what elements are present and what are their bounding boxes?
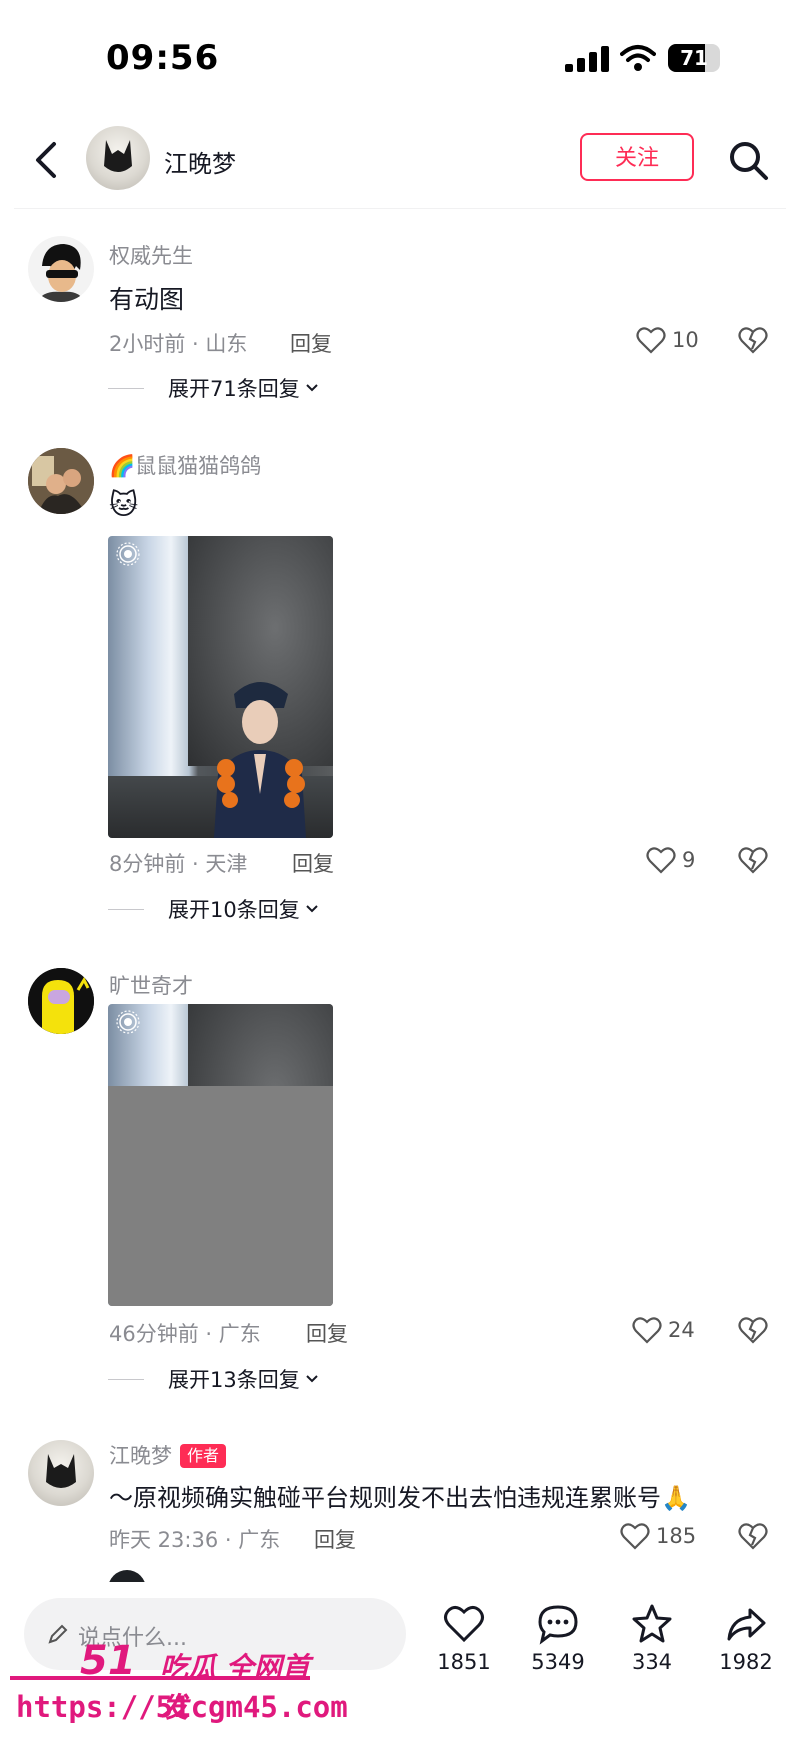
heart-icon xyxy=(620,1523,650,1550)
like-button[interactable]: 9 xyxy=(646,844,695,876)
favorite-button[interactable]: 334 xyxy=(602,1602,702,1674)
comment-image[interactable] xyxy=(108,1004,333,1306)
expand-replies[interactable]: 展开13条回复 xyxy=(108,1364,320,1394)
share-arrow-icon xyxy=(727,1608,766,1641)
reply-button[interactable]: 回复 xyxy=(290,328,332,358)
live-photo-icon xyxy=(116,542,140,566)
chevron-down-icon xyxy=(306,384,318,392)
author-name[interactable]: 江晚梦 xyxy=(164,144,236,179)
heart-icon xyxy=(636,327,666,354)
comment-text: 有动图 xyxy=(109,285,185,314)
like-button[interactable]: 24 xyxy=(632,1314,695,1346)
follow-button[interactable]: 关注 xyxy=(580,133,694,181)
site-watermark: 51 吃瓜 全网首发 https://51cgm45.com xyxy=(10,1638,348,1738)
commenter-name[interactable]: 🌈鼠鼠猫猫鸽鸽 xyxy=(109,450,261,480)
commenter-avatar[interactable] xyxy=(28,1440,94,1506)
status-time: 09:56 xyxy=(106,38,220,78)
heart-icon xyxy=(646,847,676,874)
video-like-count: 1851 xyxy=(437,1650,491,1674)
comment-bubble-icon xyxy=(538,1605,578,1645)
author-badge: 作者 xyxy=(180,1444,227,1468)
comments-button[interactable]: 5349 xyxy=(508,1602,608,1674)
like-button[interactable]: 10 xyxy=(636,324,699,356)
search-icon[interactable] xyxy=(726,138,770,182)
comment-header: 江晚梦 关注 xyxy=(0,120,800,210)
commenter-name-row: 江晚梦 作者 xyxy=(109,1440,227,1470)
like-count: 9 xyxy=(682,848,696,872)
expand-replies-label: 展开10条回复 xyxy=(168,898,300,922)
like-button[interactable]: 185 xyxy=(620,1520,696,1552)
status-bar: 09:56 71 xyxy=(0,0,800,110)
share-button[interactable]: 1982 xyxy=(696,1602,796,1674)
commenter-avatar[interactable] xyxy=(28,236,94,302)
chevron-down-icon xyxy=(306,1375,318,1383)
comment-count: 5349 xyxy=(531,1650,585,1674)
dislike-icon[interactable] xyxy=(738,325,768,355)
favorite-count: 334 xyxy=(631,1650,673,1674)
expand-replies[interactable]: 展开10条回复 xyxy=(108,894,320,924)
chevron-down-icon xyxy=(306,905,318,913)
expand-line xyxy=(108,1378,144,1380)
share-count: 1982 xyxy=(719,1650,773,1674)
reply-button[interactable]: 回复 xyxy=(306,1318,348,1348)
wifi-icon xyxy=(620,45,656,71)
expand-replies[interactable]: 展开71条回复 xyxy=(108,373,320,403)
expand-line xyxy=(108,387,144,389)
live-photo-icon xyxy=(116,1010,140,1034)
reply-button[interactable]: 回复 xyxy=(292,848,334,878)
comment-sticker: 🐱 xyxy=(109,488,139,521)
watermark-url: https://51cgm45.com xyxy=(16,1690,348,1724)
dislike-icon[interactable] xyxy=(738,845,768,875)
like-video-button[interactable]: 1851 xyxy=(414,1602,514,1674)
like-count: 24 xyxy=(668,1318,695,1342)
comment-meta: 46分钟前 · 广东 xyxy=(109,1322,261,1346)
like-count: 10 xyxy=(672,328,699,352)
commenter-avatar[interactable] xyxy=(28,448,94,514)
battery-indicator: 71 xyxy=(668,44,720,72)
commenter-name[interactable]: 旷世奇才 xyxy=(109,970,193,1000)
comment-image[interactable] xyxy=(108,536,333,838)
comment-text: ～原视频确实触碰平台规则发不出去怕违规连累账号🙏 xyxy=(109,1484,691,1512)
expand-replies-label: 展开13条回复 xyxy=(168,1368,300,1392)
dislike-icon[interactable] xyxy=(738,1521,768,1551)
watermark-logo: 51 xyxy=(80,1638,136,1684)
comment-meta: 2小时前 · 山东 xyxy=(109,332,248,356)
meditating-person xyxy=(214,682,306,838)
dislike-icon[interactable] xyxy=(738,1315,768,1345)
commenter-name[interactable]: 权威先生 xyxy=(109,240,193,270)
expand-replies-label: 展开71条回复 xyxy=(168,377,300,401)
comment-meta: 8分钟前 · 天津 xyxy=(109,852,248,876)
cellular-signal-icon xyxy=(565,46,609,72)
heart-icon xyxy=(632,1317,662,1344)
expand-line xyxy=(108,908,144,910)
commenter-avatar[interactable] xyxy=(28,968,94,1034)
back-icon[interactable] xyxy=(28,138,68,182)
header-divider xyxy=(14,208,786,209)
heart-icon xyxy=(444,1605,484,1643)
author-avatar[interactable] xyxy=(86,126,150,190)
commenter-name[interactable]: 江晚梦 xyxy=(109,1444,172,1468)
comment-meta: 昨天 23:36 · 广东 xyxy=(109,1528,281,1552)
like-count: 185 xyxy=(656,1524,697,1548)
reply-button[interactable]: 回复 xyxy=(314,1524,356,1554)
censored-overlay xyxy=(108,1086,333,1306)
star-icon xyxy=(632,1604,672,1643)
battery-level: 71 xyxy=(680,46,708,70)
